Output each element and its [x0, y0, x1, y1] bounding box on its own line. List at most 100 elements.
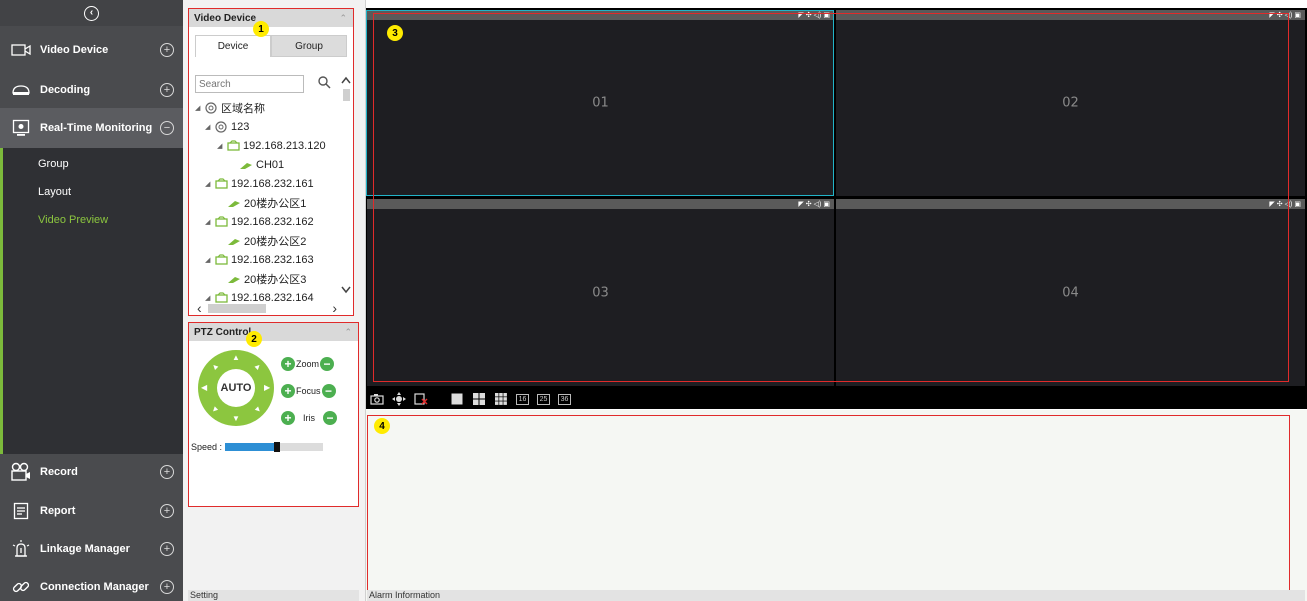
ptz-indicator-icon[interactable]: ✣ — [806, 11, 812, 19]
layout-36-button[interactable]: 36 — [558, 393, 571, 405]
ptz-down-icon[interactable]: ▼ — [232, 414, 240, 423]
setting-header[interactable]: Setting — [188, 590, 359, 601]
close-all-icon[interactable] — [414, 393, 428, 405]
nav-video-device[interactable]: Video Device + — [0, 30, 183, 70]
tree-horizontal-scrollbar[interactable]: ‹ › — [197, 300, 337, 316]
collapse-icon[interactable]: − — [160, 121, 174, 135]
audio-icon[interactable]: ◁) — [1285, 11, 1293, 19]
iris-open-button[interactable]: + — [281, 411, 295, 425]
tab-group[interactable]: Group — [271, 35, 347, 57]
ptz-up-icon[interactable]: ▲ — [232, 353, 240, 362]
tree-node-device[interactable]: ◢ 192.168.232.162 — [195, 212, 345, 231]
expanded-arrow-icon[interactable]: ◢ — [195, 104, 204, 112]
tree-node-area[interactable]: ◢ 区域名称 — [195, 98, 345, 117]
ptz-up-right-icon[interactable]: ▲ — [252, 361, 264, 373]
ptz-auto-button[interactable]: AUTO — [217, 369, 255, 407]
layout-16-button[interactable]: 16 — [516, 393, 529, 405]
video-window-04[interactable]: ◤ ✣ ◁) ▣ 04 — [836, 199, 1305, 386]
expanded-arrow-icon[interactable]: ◢ — [205, 218, 214, 226]
nav-real-time-monitoring[interactable]: Real-Time Monitoring − — [0, 108, 183, 148]
tree-vertical-scrollbar[interactable] — [340, 75, 352, 301]
search-input[interactable] — [195, 75, 304, 93]
tree-node-channel[interactable]: CH01 — [195, 155, 345, 174]
camera-channel-icon — [227, 273, 241, 285]
expand-icon[interactable]: + — [160, 580, 174, 594]
nav-collapse-button[interactable]: ‹ — [0, 0, 183, 26]
audio-icon[interactable]: ◁) — [814, 11, 822, 19]
record-indicator-icon[interactable]: ◤ — [798, 11, 803, 19]
tree-node-channel[interactable]: 20楼办公区3 — [195, 269, 345, 288]
expanded-arrow-icon[interactable]: ◢ — [205, 123, 214, 131]
snapshot-icon[interactable] — [370, 393, 384, 405]
expand-icon[interactable]: + — [160, 504, 174, 518]
layout-9-icon[interactable] — [494, 393, 508, 405]
ptz-title: PTZ Control — [194, 326, 252, 338]
ptz-left-icon[interactable]: ◀ — [201, 383, 207, 392]
tree-node-channel[interactable]: 20楼办公区2 — [195, 231, 345, 250]
tree-node-device[interactable]: ◢ 192.168.213.120 — [195, 136, 345, 155]
nav-connection-manager[interactable]: Connection Manager + — [0, 567, 183, 601]
expand-icon[interactable]: + — [160, 465, 174, 479]
close-window-icon[interactable]: ▣ — [1294, 11, 1301, 19]
scroll-left-icon[interactable]: ‹ — [197, 300, 202, 316]
layout-4-icon[interactable] — [472, 393, 486, 405]
ptz-indicator-icon[interactable]: ✣ — [806, 200, 812, 208]
ptz-direction-pad[interactable]: ▲ ▼ ◀ ▶ ▲ ▲ ▼ ▼ AUTO — [198, 350, 274, 426]
record-indicator-icon[interactable]: ◤ — [1269, 11, 1274, 19]
ptz-down-right-icon[interactable]: ▼ — [252, 404, 264, 416]
video-window-01[interactable]: ◤ ✣ ◁) ▣ 01 — [367, 10, 834, 196]
sub-item-group[interactable]: Group — [3, 150, 183, 178]
speed-handle[interactable] — [274, 442, 281, 452]
nav-connection-manager-label: Connection Manager — [40, 581, 149, 593]
collapse-caret-icon[interactable]: ⌃ — [339, 13, 347, 24]
expand-icon[interactable]: + — [160, 83, 174, 97]
ptz-indicator-icon[interactable]: ✣ — [1277, 200, 1283, 208]
layout-1-icon[interactable] — [450, 393, 464, 405]
focus-in-button[interactable]: + — [281, 384, 295, 398]
close-window-icon[interactable]: ▣ — [823, 200, 830, 208]
audio-icon[interactable]: ◁) — [1285, 200, 1293, 208]
iris-close-button[interactable]: − — [323, 411, 337, 425]
close-window-icon[interactable]: ▣ — [1294, 200, 1301, 208]
tree-node-channel[interactable]: 20楼办公区1 — [195, 193, 345, 212]
scroll-thumb[interactable] — [207, 303, 266, 313]
ptz-toolbar-icon[interactable] — [392, 392, 406, 406]
scroll-right-icon[interactable]: › — [332, 300, 337, 316]
camera-channel-icon — [227, 235, 241, 247]
focus-out-button[interactable]: − — [321, 384, 336, 398]
nav-record[interactable]: Record + — [0, 452, 183, 492]
ptz-up-left-icon[interactable]: ▲ — [209, 361, 221, 373]
sub-item-video-preview[interactable]: Video Preview — [3, 206, 183, 234]
expanded-arrow-icon[interactable]: ◢ — [205, 180, 214, 188]
tree-node-device[interactable]: ◢ 192.168.232.161 — [195, 174, 345, 193]
record-indicator-icon[interactable]: ◤ — [798, 200, 803, 208]
nav-decoding[interactable]: Decoding + — [0, 70, 183, 110]
tab-device[interactable]: Device — [195, 35, 271, 57]
ptz-down-left-icon[interactable]: ▼ — [209, 404, 221, 416]
ptz-right-icon[interactable]: ▶ — [264, 383, 270, 392]
tree-node-device[interactable]: ◢ 192.168.232.163 — [195, 250, 345, 269]
close-window-icon[interactable]: ▣ — [823, 11, 830, 19]
speed-slider[interactable] — [225, 442, 324, 452]
zoom-out-button[interactable]: − — [320, 357, 335, 371]
zoom-in-button[interactable]: + — [281, 357, 295, 371]
ptz-indicator-icon[interactable]: ✣ — [1277, 11, 1283, 19]
layout-25-button[interactable]: 25 — [537, 393, 550, 405]
video-window-02[interactable]: ◤ ✣ ◁) ▣ 02 — [836, 10, 1305, 196]
expanded-arrow-icon[interactable]: ◢ — [205, 256, 214, 264]
record-indicator-icon[interactable]: ◤ — [1269, 200, 1274, 208]
alarm-information-header[interactable]: Alarm Information — [367, 590, 1305, 601]
collapse-caret-icon[interactable]: ⌃ — [344, 327, 352, 338]
nav-report[interactable]: Report + — [0, 491, 183, 531]
sub-item-layout[interactable]: Layout — [3, 178, 183, 206]
expand-icon[interactable]: + — [160, 542, 174, 556]
audio-icon[interactable]: ◁) — [814, 200, 822, 208]
video-window-03[interactable]: ◤ ✣ ◁) ▣ 03 — [367, 199, 834, 386]
expand-icon[interactable]: + — [160, 43, 174, 57]
nav-linkage-manager[interactable]: Linkage Manager + — [0, 529, 183, 569]
expanded-arrow-icon[interactable]: ◢ — [217, 142, 226, 150]
tree-node-label: CH01 — [256, 158, 285, 171]
video-device-title: Video Device — [194, 12, 257, 24]
tree-node-area[interactable]: ◢ 123 — [195, 117, 345, 136]
search-icon[interactable] — [318, 76, 331, 92]
